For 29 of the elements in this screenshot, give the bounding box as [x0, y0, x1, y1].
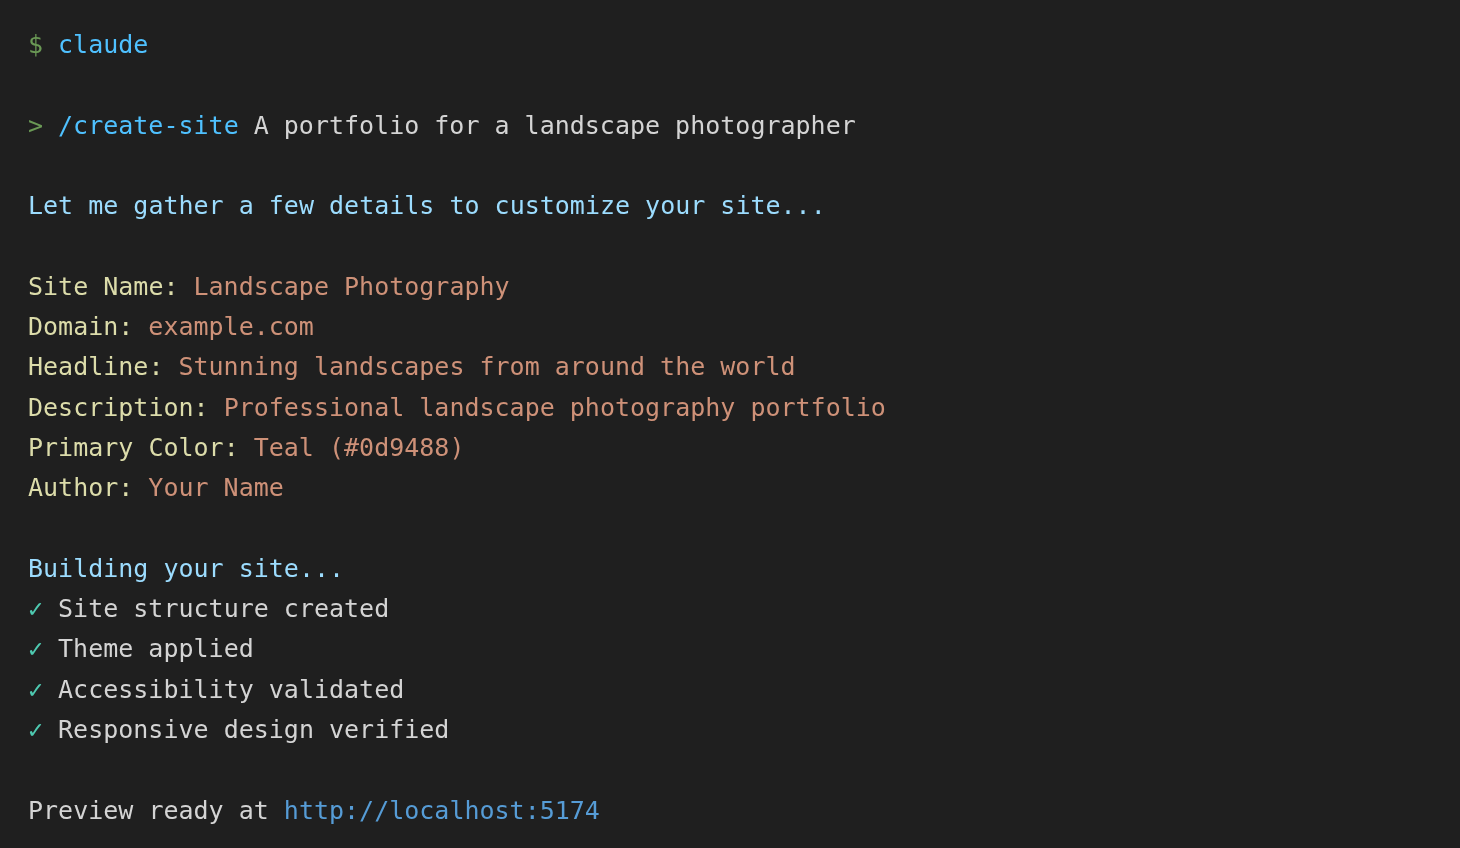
field-value: Teal (#0d9488)	[253, 431, 465, 464]
assistant-message: Let me gather a few details to customize your site...	[28, 190, 826, 223]
field-value: Your Name	[148, 472, 284, 505]
status-message: Building your site...	[28, 552, 345, 585]
field-label: Primary Color:	[28, 431, 239, 464]
field-value: Stunning landscapes from around the world	[178, 351, 796, 384]
prompt-symbol: $	[28, 29, 44, 61]
step-text: Accessibility validated	[58, 673, 405, 706]
preview-message: Preview ready at	[28, 794, 269, 827]
preview-link[interactable]: http://localhost:5174	[283, 790, 600, 831]
prompt-symbol: >	[28, 109, 44, 142]
command-text: claude	[58, 29, 149, 61]
slash-command: /create-site	[58, 109, 239, 142]
field-value: Landscape Photography	[193, 270, 510, 303]
field-label: Domain:	[28, 311, 134, 344]
field-label: Description:	[28, 391, 209, 424]
check-mark: ✓	[28, 714, 44, 747]
step-text: Site structure created	[58, 593, 390, 626]
field-label: Author:	[28, 472, 134, 505]
step-text: Theme applied	[58, 633, 254, 666]
field-value: example.com	[148, 311, 314, 344]
field-value: Professional landscape photography portfolio	[223, 391, 886, 424]
check-mark: ✓	[28, 633, 44, 666]
command-argument: A portfolio for a landscape photographer	[253, 109, 856, 142]
step-text: Responsive design verified	[58, 714, 450, 747]
check-mark: ✓	[28, 593, 44, 626]
check-mark: ✓	[28, 673, 44, 706]
field-label: Site Name:	[28, 270, 179, 303]
field-label: Headline:	[28, 351, 164, 384]
